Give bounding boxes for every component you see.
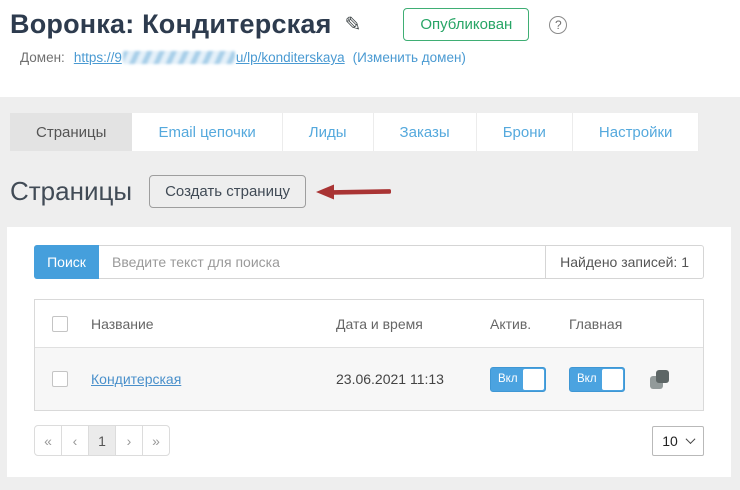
row-checkbox[interactable] [52, 371, 68, 387]
domain-label: Домен: [20, 50, 65, 65]
tab-pages[interactable]: Страницы [10, 113, 132, 151]
tab-email-chains[interactable]: Email цепочки [132, 113, 282, 151]
page-size-select[interactable]: 10 [652, 426, 704, 456]
active-toggle-label: Вкл [498, 373, 518, 385]
tab-settings[interactable]: Настройки [573, 113, 700, 151]
records-found-label: Найдено записей: 1 [545, 246, 703, 278]
search-button[interactable]: Поиск [34, 245, 99, 279]
domain-url-suffix: u/lp/konditerskaya [236, 50, 345, 65]
pages-panel: Поиск Найдено записей: 1 Название Дата и… [7, 227, 731, 477]
chevron-down-icon [685, 434, 695, 444]
pagination-last-button[interactable]: » [142, 425, 170, 456]
search-bar: Поиск Найдено записей: 1 [34, 245, 704, 279]
published-status-button[interactable]: Опубликован [403, 8, 529, 41]
pagination-page-1[interactable]: 1 [88, 425, 116, 456]
main-page-toggle[interactable]: Вкл [569, 367, 625, 392]
tab-bookings[interactable]: Брони [477, 113, 573, 151]
select-all-checkbox[interactable] [52, 316, 68, 332]
heading-row: Страницы Создать страницу [10, 173, 740, 209]
column-header-name: Название [91, 316, 336, 332]
pagination-prev-button[interactable]: ‹ [61, 425, 89, 456]
page-title: Воронка: Кондитерская [10, 9, 332, 40]
toggle-knob [602, 369, 623, 390]
pages-table: Название Дата и время Актив. Главная Кон… [34, 299, 704, 411]
active-toggle[interactable]: Вкл [490, 367, 546, 392]
page-body: Страницы Email цепочки Лиды Заказы Брони… [0, 97, 740, 490]
row-datetime: 23.06.2021 11:13 [336, 371, 444, 387]
pagination-first-button[interactable]: « [34, 425, 62, 456]
search-input[interactable] [99, 246, 545, 278]
help-question-icon[interactable]: ? [549, 16, 567, 34]
page-size-value: 10 [662, 433, 678, 449]
annotation-arrow-icon [314, 181, 394, 203]
page-header: Воронка: Кондитерская ✎ Опубликован ? До… [0, 0, 740, 97]
main-toggle-label: Вкл [577, 373, 597, 385]
domain-url-link[interactable]: https://9 u/lp/konditerskaya [74, 50, 345, 65]
pagination: « ‹ 1 › » [34, 425, 170, 456]
create-page-button[interactable]: Создать страницу [149, 175, 306, 208]
duplicate-page-icon[interactable] [650, 369, 670, 389]
table-row: Кондитерская 23.06.2021 11:13 Вкл Вкл [35, 347, 703, 410]
table-header-row: Название Дата и время Актив. Главная [35, 300, 703, 347]
tab-leads[interactable]: Лиды [283, 113, 374, 151]
title-row: Воронка: Кондитерская ✎ Опубликован ? [10, 8, 740, 41]
column-header-main: Главная [569, 316, 650, 332]
toggle-knob [523, 369, 544, 390]
pagination-row: « ‹ 1 › » 10 [34, 425, 704, 456]
tab-orders[interactable]: Заказы [374, 113, 477, 151]
domain-row: Домен: https://9 u/lp/konditerskaya (Изме… [10, 41, 740, 65]
domain-url-prefix: https://9 [74, 50, 122, 65]
redacted-url-segment [123, 51, 235, 64]
pagination-next-button[interactable]: › [115, 425, 143, 456]
change-domain-link[interactable]: (Изменить домен) [353, 50, 466, 65]
tab-bar: Страницы Email цепочки Лиды Заказы Брони… [10, 113, 699, 151]
section-heading: Страницы [10, 176, 132, 207]
edit-pencil-icon[interactable]: ✎ [345, 12, 362, 37]
column-header-active: Актив. [490, 316, 569, 332]
page-name-link[interactable]: Кондитерская [91, 371, 181, 387]
column-header-datetime: Дата и время [336, 316, 490, 332]
